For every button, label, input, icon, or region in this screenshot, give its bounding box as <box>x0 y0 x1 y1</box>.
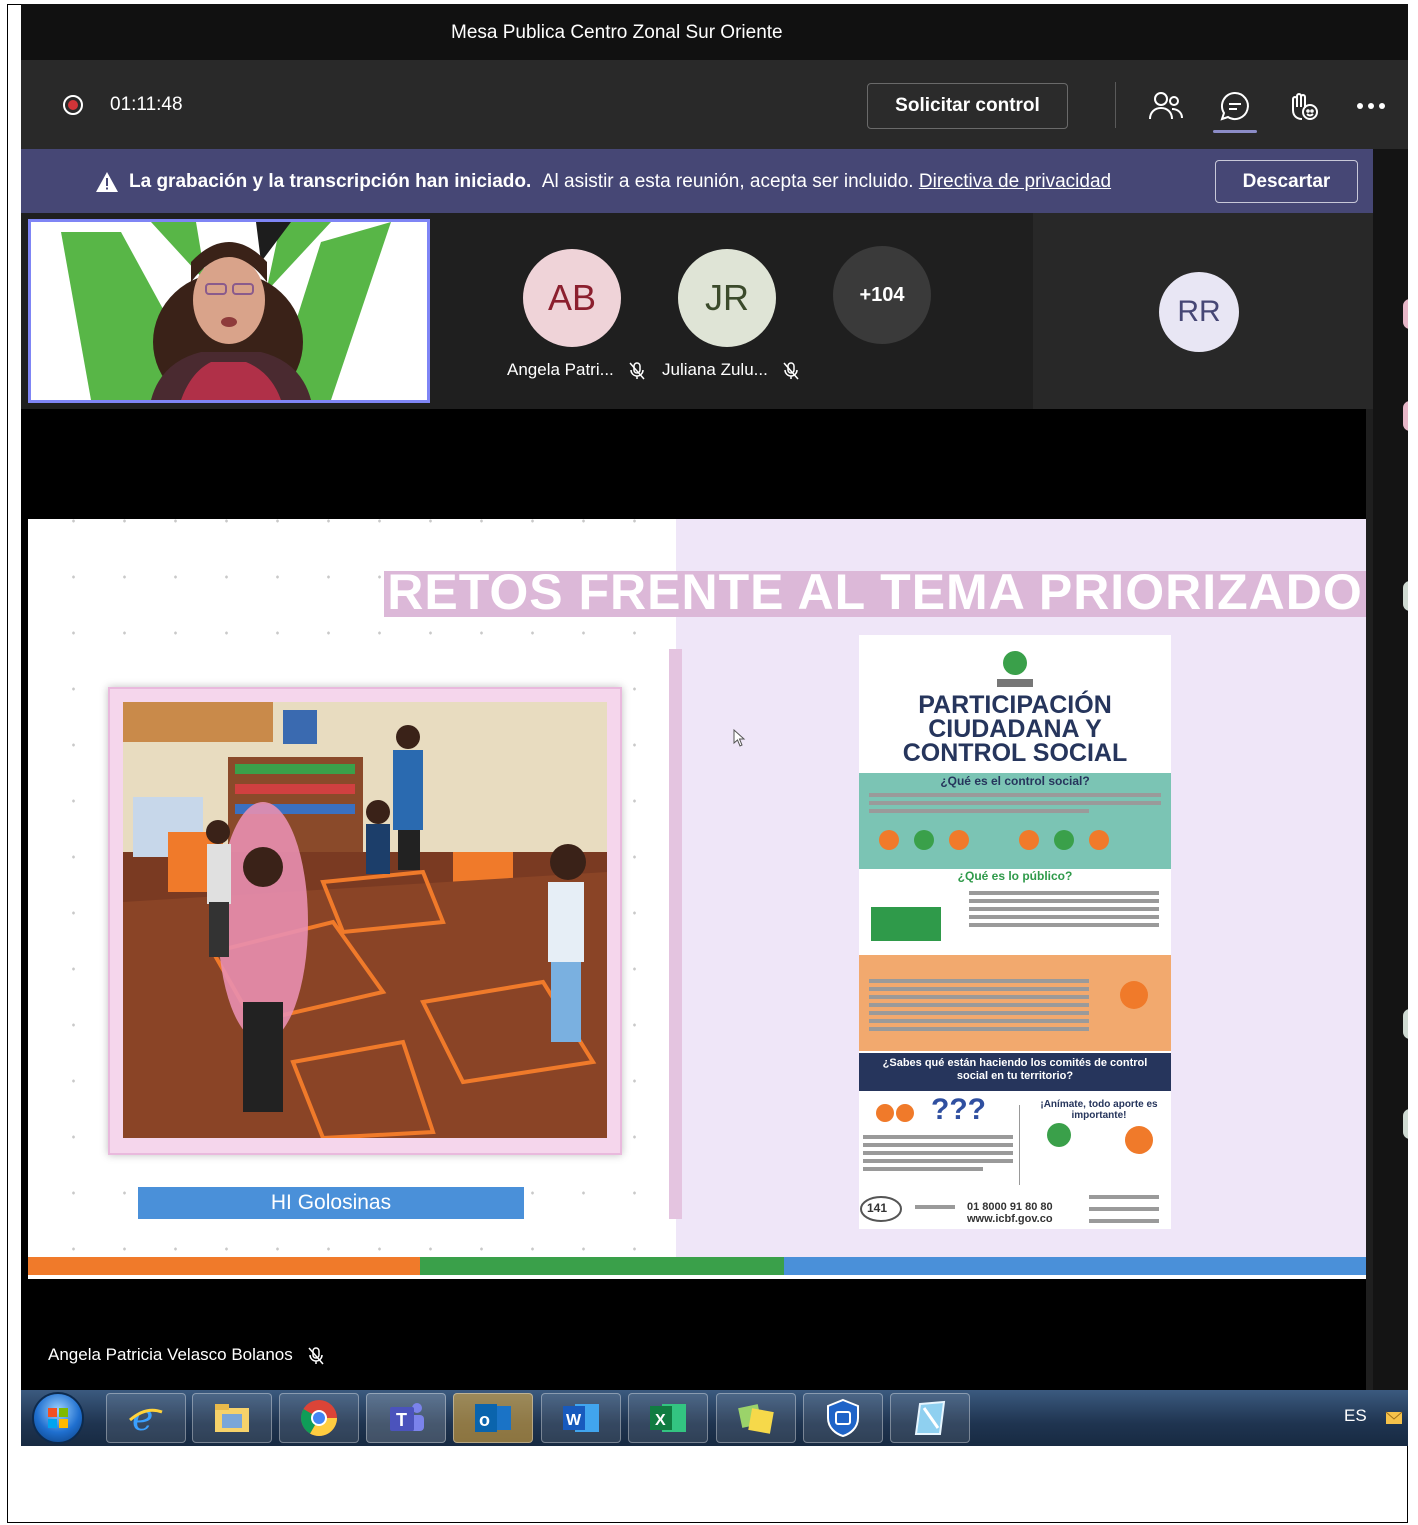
mouse-cursor-icon <box>733 729 746 747</box>
panel-avatar <box>1403 581 1408 611</box>
participant-name: Juliana Zulu... <box>662 360 799 380</box>
shared-screen-stage: RETOS FRENTE AL TEMA PRIORIZADO HI Golos… <box>21 409 1366 1394</box>
recording-notice-banner: La grabación y la transcripción han inic… <box>21 149 1373 213</box>
participant-tile[interactable]: RR <box>1033 213 1373 409</box>
mail-notification-icon[interactable] <box>1385 1411 1403 1425</box>
svg-text:X: X <box>655 1412 666 1429</box>
presentation-slide: RETOS FRENTE AL TEMA PRIORIZADO HI Golos… <box>28 519 1366 1279</box>
warning-icon <box>96 172 118 192</box>
notepad-icon[interactable] <box>890 1393 970 1443</box>
reactions-icon[interactable] <box>1285 88 1321 124</box>
meeting-timer: 01:11:48 <box>110 94 183 115</box>
poster-title-line: PARTICIPACIÓN <box>918 691 1112 719</box>
file-explorer-icon[interactable] <box>192 1393 272 1443</box>
slide-divider <box>669 649 682 1219</box>
windows-logo-icon <box>48 1408 68 1428</box>
poster-title: PARTICIPACIÓN CIUDADANA Y CONTROL SOCIAL <box>859 691 1171 767</box>
panel-avatar <box>1403 401 1408 431</box>
photo-frame <box>108 687 622 1155</box>
svg-text:e: e <box>132 1398 153 1438</box>
outlook-icon[interactable]: o <box>453 1393 533 1443</box>
more-participants-button[interactable]: +104 <box>833 246 931 344</box>
poster-question-2: ¿Qué es lo público? <box>957 869 1073 883</box>
mic-off-icon <box>628 361 645 380</box>
start-button[interactable] <box>32 1392 84 1444</box>
sticky-notes-icon[interactable] <box>716 1393 796 1443</box>
poster-question-1: ¿Qué es el control social? <box>940 774 1090 788</box>
mic-off-icon <box>307 1346 324 1365</box>
participant-name: Angela Patri... <box>507 360 645 380</box>
request-control-button[interactable]: Solicitar control <box>867 83 1068 129</box>
panel-avatar <box>1403 1009 1408 1039</box>
participant-avatar[interactable]: AB <box>523 249 621 347</box>
poster-question-3: ¿Sabes qué están haciendo los comités de… <box>882 1057 1148 1082</box>
participant-name-label: Angela Patri... <box>507 360 614 379</box>
windows-taskbar: e T o W X ES <box>21 1390 1408 1446</box>
chrome-icon[interactable] <box>279 1393 359 1443</box>
excel-icon[interactable]: X <box>628 1393 708 1443</box>
poster-line-141: 141 <box>867 1201 888 1215</box>
presenter-video <box>31 222 427 400</box>
chat-icon[interactable] <box>1217 88 1253 124</box>
security-icon[interactable] <box>803 1393 883 1443</box>
panel-avatar <box>1403 1109 1408 1139</box>
dismiss-button[interactable]: Descartar <box>1215 160 1358 203</box>
chat-active-indicator <box>1213 130 1257 133</box>
classroom-photo <box>123 702 607 1138</box>
internet-explorer-icon[interactable]: e <box>106 1393 186 1443</box>
presenter-name-label: Angela Patricia Velasco Bolanos <box>48 1345 293 1364</box>
toolbar-divider <box>1115 82 1116 128</box>
self-video-tile[interactable] <box>28 219 430 403</box>
language-indicator[interactable]: ES <box>1344 1406 1367 1426</box>
word-icon[interactable]: W <box>541 1393 621 1443</box>
blue-bar <box>784 1257 1366 1275</box>
svg-text:o: o <box>479 1410 490 1430</box>
poster-title-line: CONTROL SOCIAL <box>902 739 1128 767</box>
panel-avatar <box>1403 299 1408 329</box>
presenter-name: Angela Patricia Velasco Bolanos <box>48 1345 324 1365</box>
meeting-title: Mesa Publica Centro Zonal Sur Oriente <box>451 22 783 43</box>
slide-color-bars <box>28 1257 1366 1275</box>
poster-question-marks: ??? <box>931 1093 986 1126</box>
poster-call-to-action: ¡Anímate, todo aporte es importante! <box>1040 1099 1158 1121</box>
recording-notice-text: La grabación y la transcripción han inic… <box>129 171 1111 193</box>
infographic-poster: PARTICIPACIÓN CIUDADANA Y CONTROL SOCIAL… <box>859 635 1171 1229</box>
participant-avatar: RR <box>1159 272 1239 352</box>
svg-text:W: W <box>566 1412 582 1429</box>
orange-bar <box>28 1257 420 1275</box>
recording-notice-body: Al asistir a esta reunión, acepta ser in… <box>541 171 914 192</box>
poster-phone: 01 8000 91 80 80 <box>967 1201 1053 1213</box>
recording-notice-bold: La grabación y la transcripción han inic… <box>129 171 532 192</box>
right-side-panel-edge <box>1373 149 1408 1394</box>
teams-icon[interactable]: T <box>366 1393 446 1443</box>
meeting-controls-bar: 01:11:48 Solicitar control <box>21 60 1408 149</box>
mic-off-icon <box>783 361 799 380</box>
green-bar <box>420 1257 784 1275</box>
svg-text:T: T <box>396 1410 407 1430</box>
title-bar: Mesa Publica Centro Zonal Sur Oriente <box>21 4 1408 60</box>
photo-caption: HI Golosinas <box>138 1187 524 1219</box>
participants-icon[interactable] <box>1148 88 1184 124</box>
slide-title: RETOS FRENTE AL TEMA PRIORIZADO <box>387 564 1363 620</box>
participant-name-label: Juliana Zulu... <box>662 360 768 379</box>
poster-title-line: CIUDADANA Y <box>928 715 1102 743</box>
privacy-policy-link[interactable]: Directiva de privacidad <box>919 171 1111 192</box>
more-icon[interactable] <box>1353 88 1389 124</box>
recording-icon <box>63 95 83 115</box>
poster-website: www.icbf.gov.co <box>967 1213 1053 1225</box>
participant-strip: AB Angela Patri... JR Juliana Zulu... +1… <box>21 213 1373 409</box>
participant-avatar[interactable]: JR <box>678 249 776 347</box>
teams-meeting-window: Mesa Publica Centro Zonal Sur Oriente 01… <box>21 4 1408 1446</box>
